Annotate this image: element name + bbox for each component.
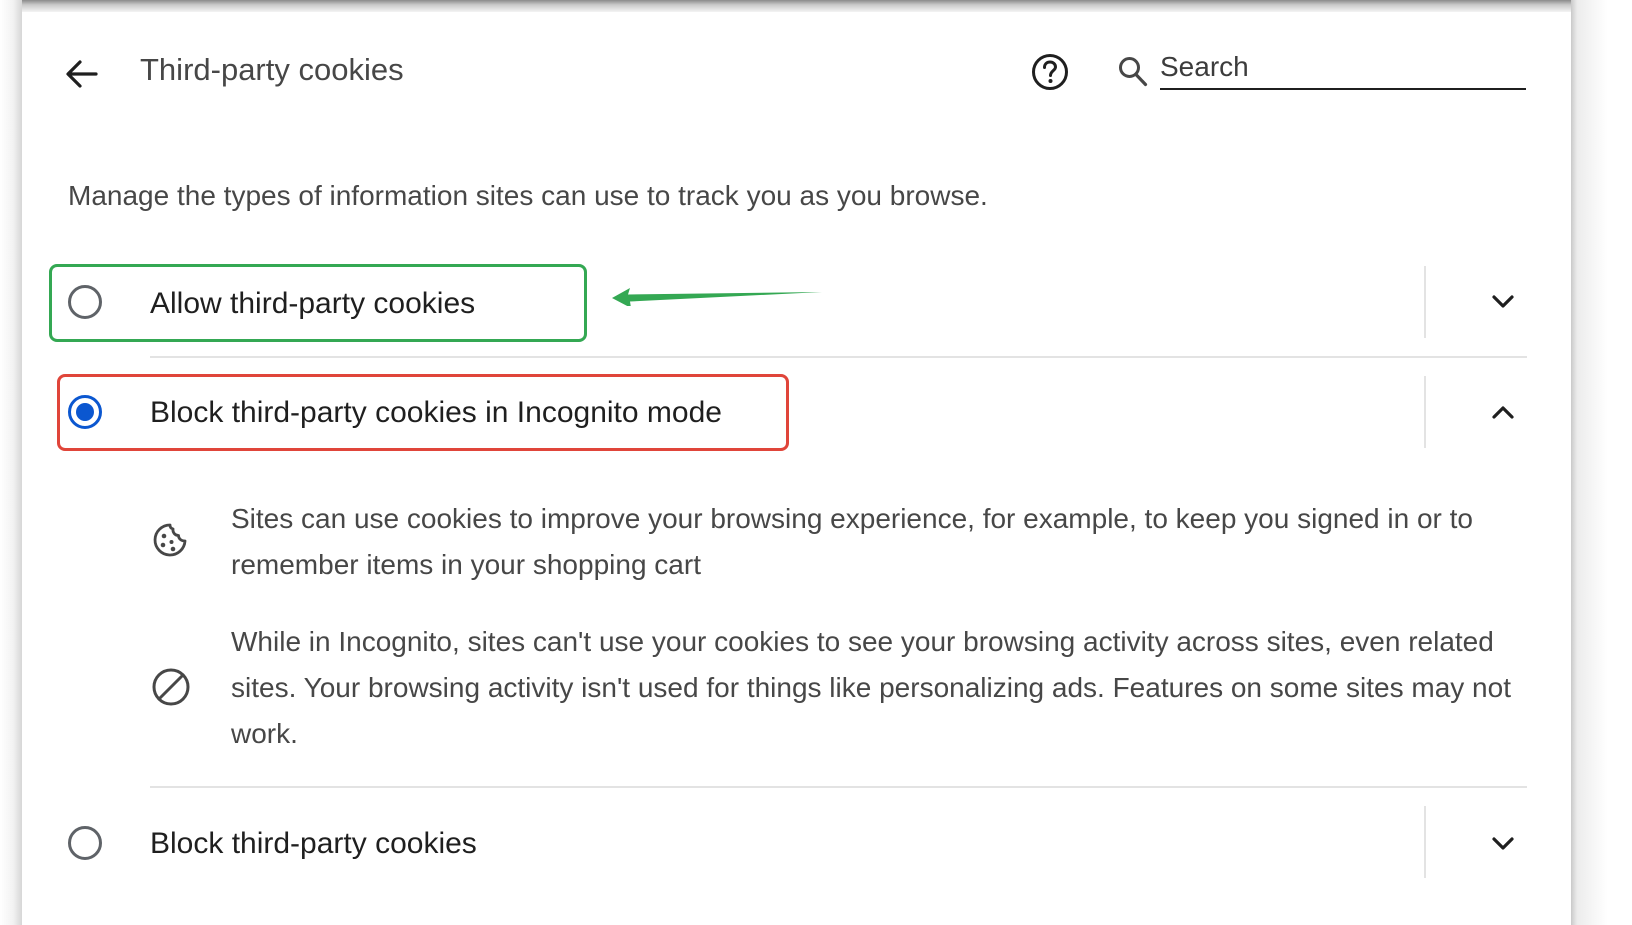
radio-block-third-party-cookies[interactable] xyxy=(68,826,102,860)
help-icon xyxy=(1032,54,1068,90)
block-icon xyxy=(151,667,191,707)
detail-text-cookies: Sites can use cookies to improve your br… xyxy=(231,503,1473,580)
window-right-shadow xyxy=(1571,0,1632,925)
page-title: Third-party cookies xyxy=(140,52,404,87)
option-divider xyxy=(150,356,1527,358)
expand-divider xyxy=(1424,266,1426,338)
detail-text-incognito: While in Incognito, sites can't use your… xyxy=(231,626,1511,749)
expand-divider xyxy=(1424,376,1426,448)
expand-divider xyxy=(1424,806,1426,878)
option-label-block-incognito[interactable]: Block third-party cookies in Incognito m… xyxy=(150,396,722,430)
chevron-down-icon xyxy=(1492,295,1514,308)
section-description: Manage the types of information sites ca… xyxy=(68,180,988,211)
back-button[interactable] xyxy=(62,54,102,94)
expand-button-block[interactable] xyxy=(1483,823,1523,863)
search-icon xyxy=(1117,54,1149,90)
radio-allow-third-party-cookies[interactable] xyxy=(68,285,102,319)
cookie-icon xyxy=(150,520,190,560)
search-input[interactable] xyxy=(1160,46,1526,90)
option-label-allow[interactable]: Allow third-party cookies xyxy=(150,287,475,321)
chevron-down-icon xyxy=(1492,837,1514,850)
option-label-block[interactable]: Block third-party cookies xyxy=(150,827,477,861)
option-divider xyxy=(150,786,1527,788)
window-top-shadow xyxy=(0,0,1632,12)
collapse-button-block-incognito[interactable] xyxy=(1483,393,1523,433)
help-button[interactable] xyxy=(1030,52,1070,92)
settings-card xyxy=(22,12,1571,925)
expand-button-allow[interactable] xyxy=(1483,281,1523,321)
window-left-shadow xyxy=(0,0,22,925)
radio-block-incognito[interactable] xyxy=(68,395,102,429)
chevron-up-icon xyxy=(1492,406,1514,419)
annotation-arrow-icon xyxy=(612,288,822,306)
arrow-back-icon xyxy=(66,60,98,88)
